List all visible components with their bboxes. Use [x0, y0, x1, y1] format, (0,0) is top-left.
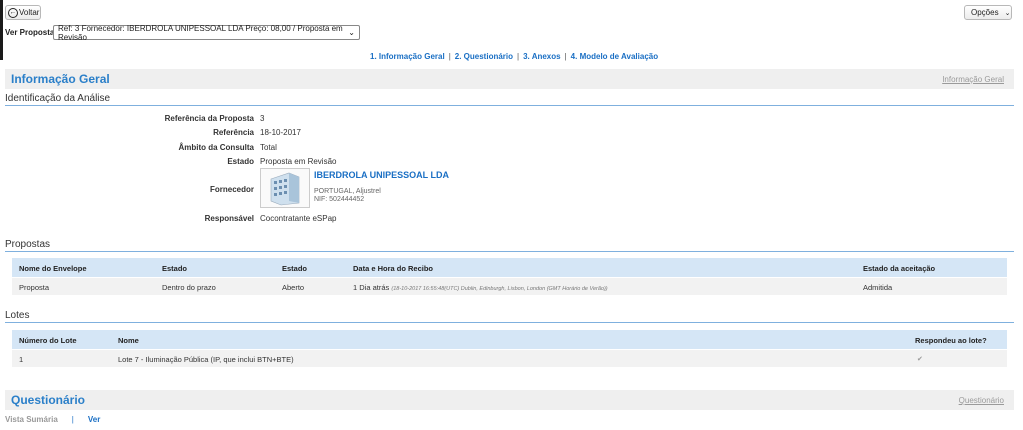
supplier-name[interactable]: IBERDROLA UNIPESSOAL LDA	[314, 170, 449, 180]
tab-anexos[interactable]: 3. Anexos	[523, 52, 561, 61]
field-value: Total	[260, 143, 277, 152]
field-value: Cocontratante eSPap	[260, 214, 337, 223]
tab-separator: |	[448, 52, 451, 61]
column-header: Número do Lote	[19, 336, 77, 345]
info-section-title: Informação Geral	[11, 72, 110, 86]
lot-number: 1	[19, 355, 24, 364]
column-header: Estado da aceitação	[863, 264, 936, 273]
section-tabs: 1. Informação Geral | 2. Questionário | 3. A…	[370, 52, 658, 61]
tab-separator: |	[517, 52, 520, 61]
column-header: Respondeu ao lote?	[915, 336, 987, 345]
questionnaire-section-title: Questionário	[11, 393, 86, 407]
lots-table-header: Número do Lote Nome Respondeu ao lote?	[12, 330, 1007, 349]
received-time: 1 Dia atrás (18-10-2017 16:55:48(UTC) Du…	[353, 283, 608, 292]
column-header: Nome do Envelope	[19, 264, 87, 273]
left-edge-bar	[0, 0, 3, 60]
tab-questionario[interactable]: 2. Questionário	[455, 52, 513, 61]
received-relative: 1 Dia atrás	[353, 283, 390, 292]
proposal-selector-label: Ver Proposta:	[5, 28, 58, 37]
open-status: Aberto	[282, 283, 305, 292]
identification-heading: Identificação da Análise	[5, 93, 1014, 106]
info-section-header: Informação Geral Informação Geral	[5, 69, 1014, 89]
column-header: Data e Hora do Recibo	[353, 264, 434, 273]
back-button[interactable]: ← Voltar	[5, 5, 41, 20]
summary-view-link[interactable]: Vista Sumária	[5, 415, 58, 424]
back-button-label: Voltar	[19, 8, 40, 17]
options-button[interactable]: Opções ⌄	[964, 5, 1012, 20]
questionnaire-section-link[interactable]: Questionário	[959, 396, 1004, 405]
view-toggle: Vista Sumária | Ver	[5, 415, 100, 424]
options-button-label: Opções	[971, 8, 999, 17]
envelope-name: Proposta	[19, 283, 50, 292]
link-separator: |	[71, 415, 74, 424]
field-label: Referência	[213, 128, 254, 137]
chevron-down-icon: ⌄	[1004, 9, 1011, 17]
table-row: Proposta Dentro do prazo Aberto 1 Dia at…	[12, 278, 1007, 295]
field-label: Estado	[227, 157, 254, 166]
chevron-down-icon: ⌄	[348, 28, 355, 37]
field-value: 3	[260, 114, 265, 123]
field-label: Fornecedor	[209, 185, 254, 194]
arrow-left-icon: ←	[8, 7, 18, 18]
view-link[interactable]: Ver	[88, 415, 100, 424]
questionnaire-section-header: Questionário Questionário	[5, 390, 1014, 410]
lot-name: Lote 7 - Iluminação Pública (IP, que inc…	[118, 355, 294, 364]
proposals-table-header: Nome do Envelope Estado Estado Data e Ho…	[12, 258, 1007, 277]
supplier-location: PORTUGAL, Aljustrel	[314, 188, 381, 195]
table-row: 1 Lote 7 - Iluminação Pública (IP, que i…	[12, 350, 1007, 367]
check-icon: ✔	[917, 356, 923, 363]
column-header: Estado	[282, 264, 308, 273]
column-header: Nome	[118, 336, 139, 345]
field-value: Proposta em Revisão	[260, 157, 337, 166]
field-label: Referência da Proposta	[164, 114, 254, 123]
proposals-heading: Propostas	[5, 239, 1014, 252]
field-value: 18-10-2017	[260, 128, 301, 137]
field-label: Âmbito da Consulta	[178, 143, 254, 152]
tab-separator: |	[564, 52, 567, 61]
field-label: Responsável	[204, 214, 254, 223]
tab-informacao-geral[interactable]: 1. Informação Geral	[370, 52, 445, 61]
deadline-status: Dentro do prazo	[162, 283, 216, 292]
column-header: Estado	[162, 264, 188, 273]
info-section-link[interactable]: Informação Geral	[942, 75, 1004, 84]
proposal-select[interactable]: Ref: 3 Fornecedor: IBERDROLA UNIPESSOAL …	[53, 23, 360, 42]
proposal-select-value: Ref: 3 Fornecedor: IBERDROLA UNIPESSOAL …	[58, 23, 343, 42]
supplier-nif: NIF: 502444452	[314, 196, 365, 203]
received-detail: (18-10-2017 16:55:48(UTC) Dublin, Edinbu…	[391, 286, 608, 292]
lots-heading: Lotes	[5, 310, 1014, 323]
tab-modelo-avaliacao[interactable]: 4. Modelo de Avaliação	[571, 52, 658, 61]
building-icon	[260, 168, 310, 208]
acceptance-status: Admitida	[863, 283, 893, 292]
